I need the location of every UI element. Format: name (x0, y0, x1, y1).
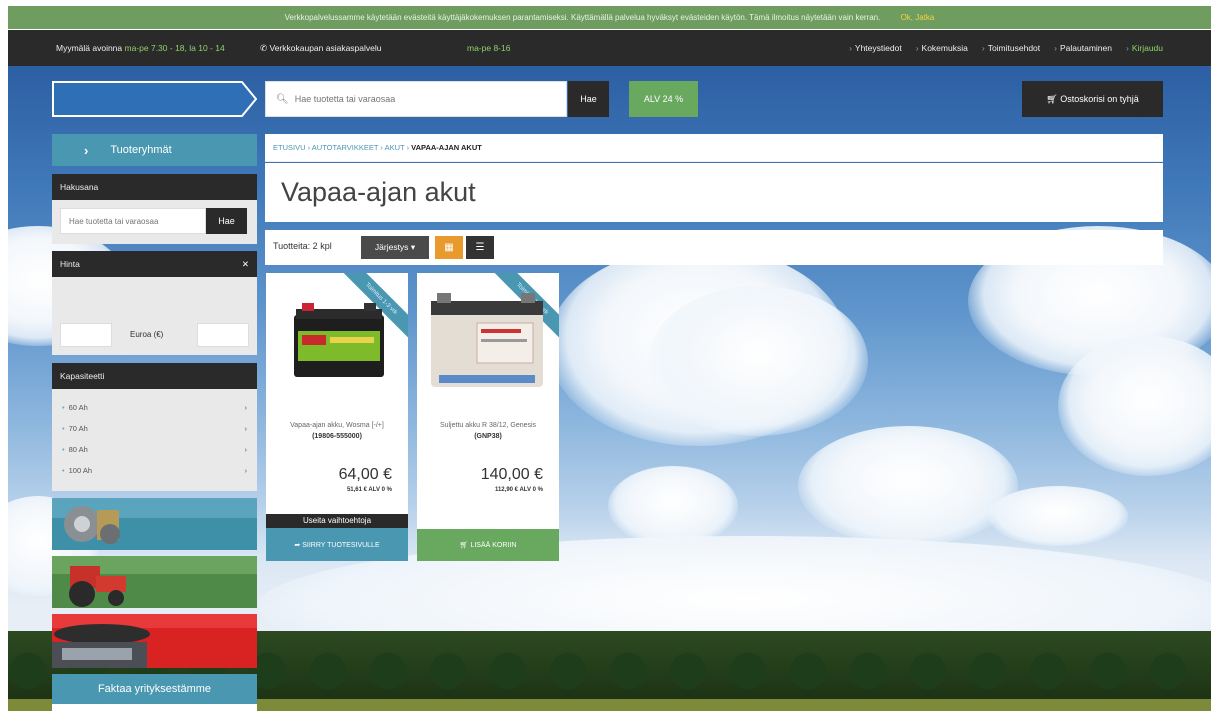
chevron-right-icon: › (244, 445, 248, 454)
capacity-item[interactable]: • 80 Ah › (62, 439, 247, 460)
variants-badge: Useita vaihtoehtoja (266, 514, 408, 528)
product-price: 140,00 € (480, 466, 543, 483)
cookie-accept-link[interactable]: Ok, Jatka (901, 13, 935, 22)
close-icon[interactable]: ✕ (242, 251, 249, 277)
capacity-item[interactable]: • 100 Ah › (62, 460, 247, 481)
breadcrumb: ETUSIVU › AUTOTARVIKKEET › AKUT › VAPAA-… (265, 134, 1163, 162)
cookie-bar: Verkkopalvelussamme käytetään evästeitä … (8, 6, 1211, 29)
vat-toggle-button[interactable]: ALV 24 % (629, 81, 698, 117)
product-groups-toggle[interactable]: › Tuoteryhmät (52, 134, 257, 166)
product-price-vat0: 112,90 € ALV 0 % (494, 487, 543, 493)
chevron-right-icon: › (244, 403, 248, 412)
listing-toolbar: Tuotteita: 2 kpl Järjestys ▾ ▦ ☰ (265, 230, 1163, 265)
caret-down-icon: ▾ (410, 242, 416, 252)
top-link-contact[interactable]: › Yhteystiedot (849, 43, 902, 53)
cart-icon: 🛒︎ (1046, 93, 1058, 104)
top-link-returns[interactable]: › Palautaminen (1054, 43, 1112, 53)
breadcrumb-current: VAPAA-AJAN AKUT (411, 143, 482, 152)
product-price: 64,00 € (338, 466, 392, 483)
sort-dropdown[interactable]: Järjestys ▾ (361, 236, 429, 259)
price-panel-title: Hinta ✕ (52, 251, 257, 277)
breadcrumb-car-accessories[interactable]: AUTOTARVIKKEET (312, 143, 379, 152)
page-title: Vapaa-ajan akut (281, 177, 476, 207)
chevron-right-icon: › (84, 142, 89, 158)
breadcrumb-batteries[interactable]: AKUT (385, 143, 405, 152)
category-banner-tractor[interactable] (52, 556, 257, 608)
cart-icon: 🛒︎ (459, 542, 469, 549)
add-to-cart-button[interactable]: 🛒︎ LISÄÄ KORIIN (417, 529, 559, 561)
store-hours: Myymälä avoinna ma-pe 7.30 - 18, la 10 -… (56, 43, 225, 53)
top-links: › Yhteystiedot › Kokemuksia › Toimitusehdot… (849, 43, 1163, 53)
chevron-right-icon: › (244, 466, 248, 475)
product-name[interactable]: Suljettu akku R 38/12, Genesis (GNP38) (421, 420, 555, 442)
grid-view-button[interactable]: ▦ (435, 236, 463, 259)
capacity-panel-title: Kapasiteetti (52, 363, 257, 389)
logo[interactable] (52, 81, 257, 117)
share-arrow-icon: ➦ (294, 541, 301, 549)
search-bar[interactable]: 🔍︎ (265, 81, 567, 117)
price-min-input[interactable] (60, 323, 112, 347)
category-banner-roofbox[interactable] (52, 614, 257, 668)
phone-icon: ✆ (260, 43, 268, 53)
chevron-right-icon: › (244, 424, 248, 433)
grid-icon: ▦ (444, 242, 454, 253)
breadcrumb-home[interactable]: ETUSIVU (273, 143, 306, 152)
page-title-box: Vapaa-ajan akut (265, 163, 1163, 222)
keyword-panel: Hakusana Hae (52, 174, 257, 244)
product-image-sealed-battery[interactable] (417, 291, 559, 401)
list-icon: ☰ (475, 242, 485, 253)
price-panel: Hinta ✕ Euroa (€) (52, 251, 257, 355)
search-input[interactable] (294, 94, 555, 104)
product-card[interactable]: Toimitus 1-3 vrk Suljettu akku R 38/12, … (417, 273, 559, 561)
search-icon: 🔍︎ (276, 93, 289, 105)
capacity-item[interactable]: • 70 Ah › (62, 418, 247, 439)
sidebar-search-input[interactable] (60, 208, 206, 234)
capacity-panel: Kapasiteetti • 60 Ah › • 70 Ah › • 80 Ah › • 10… (52, 363, 257, 491)
price-max-input[interactable] (197, 323, 249, 347)
list-view-button[interactable]: ☰ (466, 236, 494, 259)
company-facts-body (52, 704, 257, 717)
keyword-panel-title: Hakusana (52, 174, 257, 200)
capacity-item[interactable]: • 60 Ah › (62, 397, 247, 418)
product-image-battery[interactable] (266, 291, 408, 401)
search-button[interactable]: Hae (568, 81, 609, 117)
cart-button[interactable]: 🛒︎ Ostoskorisi on tyhjä (1022, 81, 1163, 117)
product-count: Tuotteita: 2 kpl (273, 241, 332, 251)
service-hours: ma-pe 8-16 (467, 43, 511, 53)
customer-service: ✆ Verkkokaupan asiakaspalvelu (260, 43, 382, 53)
product-name[interactable]: Vapaa-ajan akku, Wosma [-/+] (19806-55500… (270, 420, 404, 442)
top-link-terms[interactable]: › Toimitusehdot (982, 43, 1040, 53)
product-card[interactable]: Toimitus 1-3 vrk Vapaa-ajan akku, Wosma … (266, 273, 408, 561)
sidebar-search-button[interactable]: Hae (206, 208, 247, 234)
go-to-product-button[interactable]: ➦ SIIRRY TUOTESIVULLE (266, 528, 408, 561)
top-link-experiences[interactable]: › Kokemuksia (916, 43, 968, 53)
login-link[interactable]: › Kirjaudu (1126, 43, 1163, 53)
cookie-text: Verkkopalvelussamme käytetään evästeitä … (284, 13, 881, 22)
top-bar: Myymälä avoinna ma-pe 7.30 - 18, la 10 -… (8, 30, 1211, 66)
product-price-vat0: 51,61 € ALV 0 % (346, 487, 392, 493)
category-banner-parts[interactable] (52, 498, 257, 550)
company-facts-header[interactable]: Faktaa yrityksestämme (52, 674, 257, 704)
price-unit-label: Euroa (€) (130, 330, 164, 339)
